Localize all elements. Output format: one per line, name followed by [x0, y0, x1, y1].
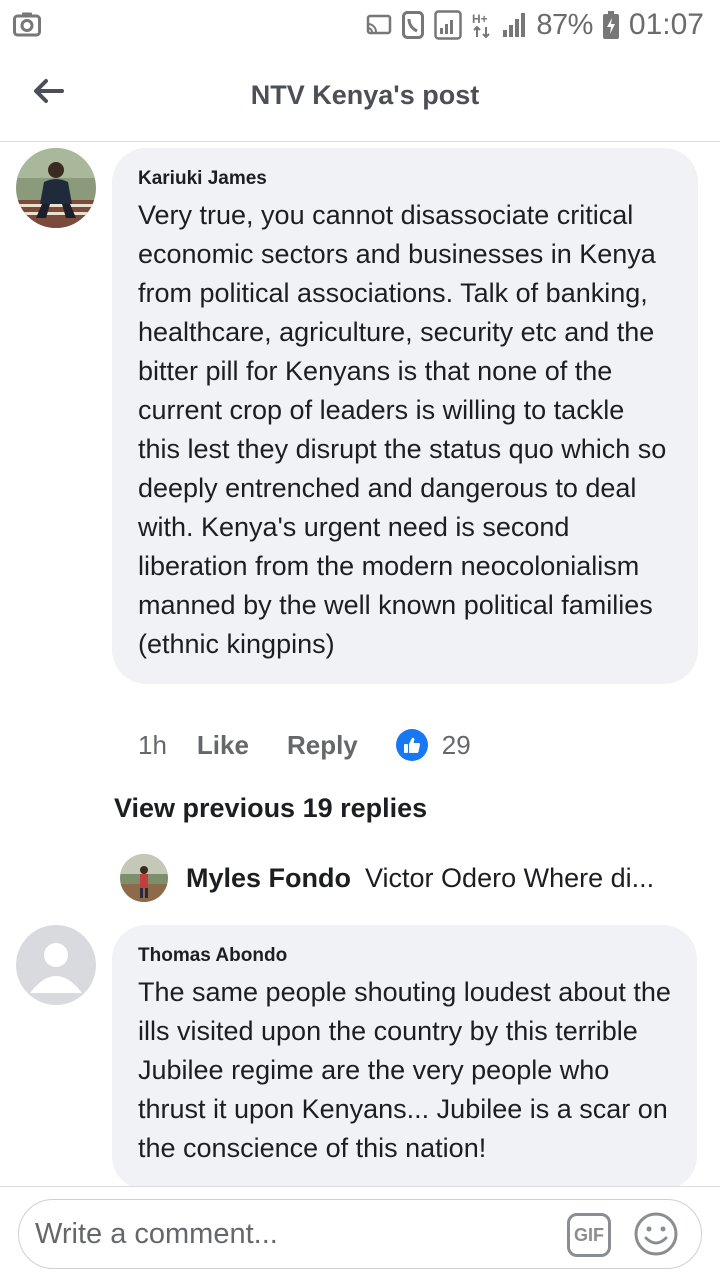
comment-text: Very true, you cannot disassociate criti…	[138, 200, 667, 659]
phone-icon	[402, 11, 425, 39]
reply-preview[interactable]: Myles Fondo Victor Odero Where di...	[120, 854, 690, 902]
avatar[interactable]	[16, 148, 96, 228]
clock: 01:07	[628, 8, 704, 41]
reply-author[interactable]: Myles Fondo	[186, 863, 351, 894]
comments-feed[interactable]: Kariuki James Very true, you cannot disa…	[0, 143, 720, 1186]
page-title: NTV Kenya's post	[250, 80, 480, 110]
gif-label: GIF	[574, 1224, 604, 1245]
view-previous-replies-link[interactable]: View previous 19 replies	[114, 793, 427, 824]
reply-button[interactable]: Reply	[287, 730, 358, 761]
comment-composer-bar: Write a comment... GIF	[0, 1186, 720, 1280]
reply-snippet: Victor Odero Where di...	[365, 862, 655, 893]
cast-icon	[366, 14, 392, 36]
comment-actions: 1h Like Reply 29	[138, 729, 471, 761]
comment-bubble[interactable]: Thomas Abondo The same people shouting l…	[112, 925, 697, 1186]
thumbs-up-icon	[395, 729, 428, 761]
reaction-count: 29	[441, 729, 471, 760]
svg-text:H+: H+	[472, 12, 488, 26]
comment-author[interactable]: Kariuki James	[138, 168, 672, 190]
comment-author[interactable]: Thomas Abondo	[138, 945, 671, 967]
network-hplus-icon: H+	[472, 11, 492, 39]
status-bar: H+ 87% 01:07	[0, 0, 720, 50]
reaction-summary[interactable]: 29	[395, 729, 471, 761]
battery-level: 87%	[536, 8, 593, 41]
avatar[interactable]	[120, 854, 168, 902]
avatar[interactable]	[16, 925, 96, 1005]
camera-icon	[13, 11, 41, 42]
comment-input-placeholder[interactable]: Write a comment...	[35, 1218, 278, 1251]
comment-text: The same people shouting loudest about t…	[138, 977, 671, 1163]
comment-timestamp[interactable]: 1h	[138, 730, 167, 761]
emoji-icon[interactable]	[633, 1211, 679, 1262]
comment-input[interactable]: Write a comment... GIF	[18, 1199, 702, 1269]
like-button[interactable]: Like	[197, 730, 249, 761]
signal-box-icon	[434, 10, 463, 40]
gif-button[interactable]: GIF	[567, 1213, 611, 1257]
battery-charging-icon	[602, 11, 619, 39]
post-header: NTV Kenya's post	[0, 50, 720, 142]
comment-bubble[interactable]: Kariuki James Very true, you cannot disa…	[112, 148, 698, 684]
signal-strength-icon	[502, 12, 526, 38]
